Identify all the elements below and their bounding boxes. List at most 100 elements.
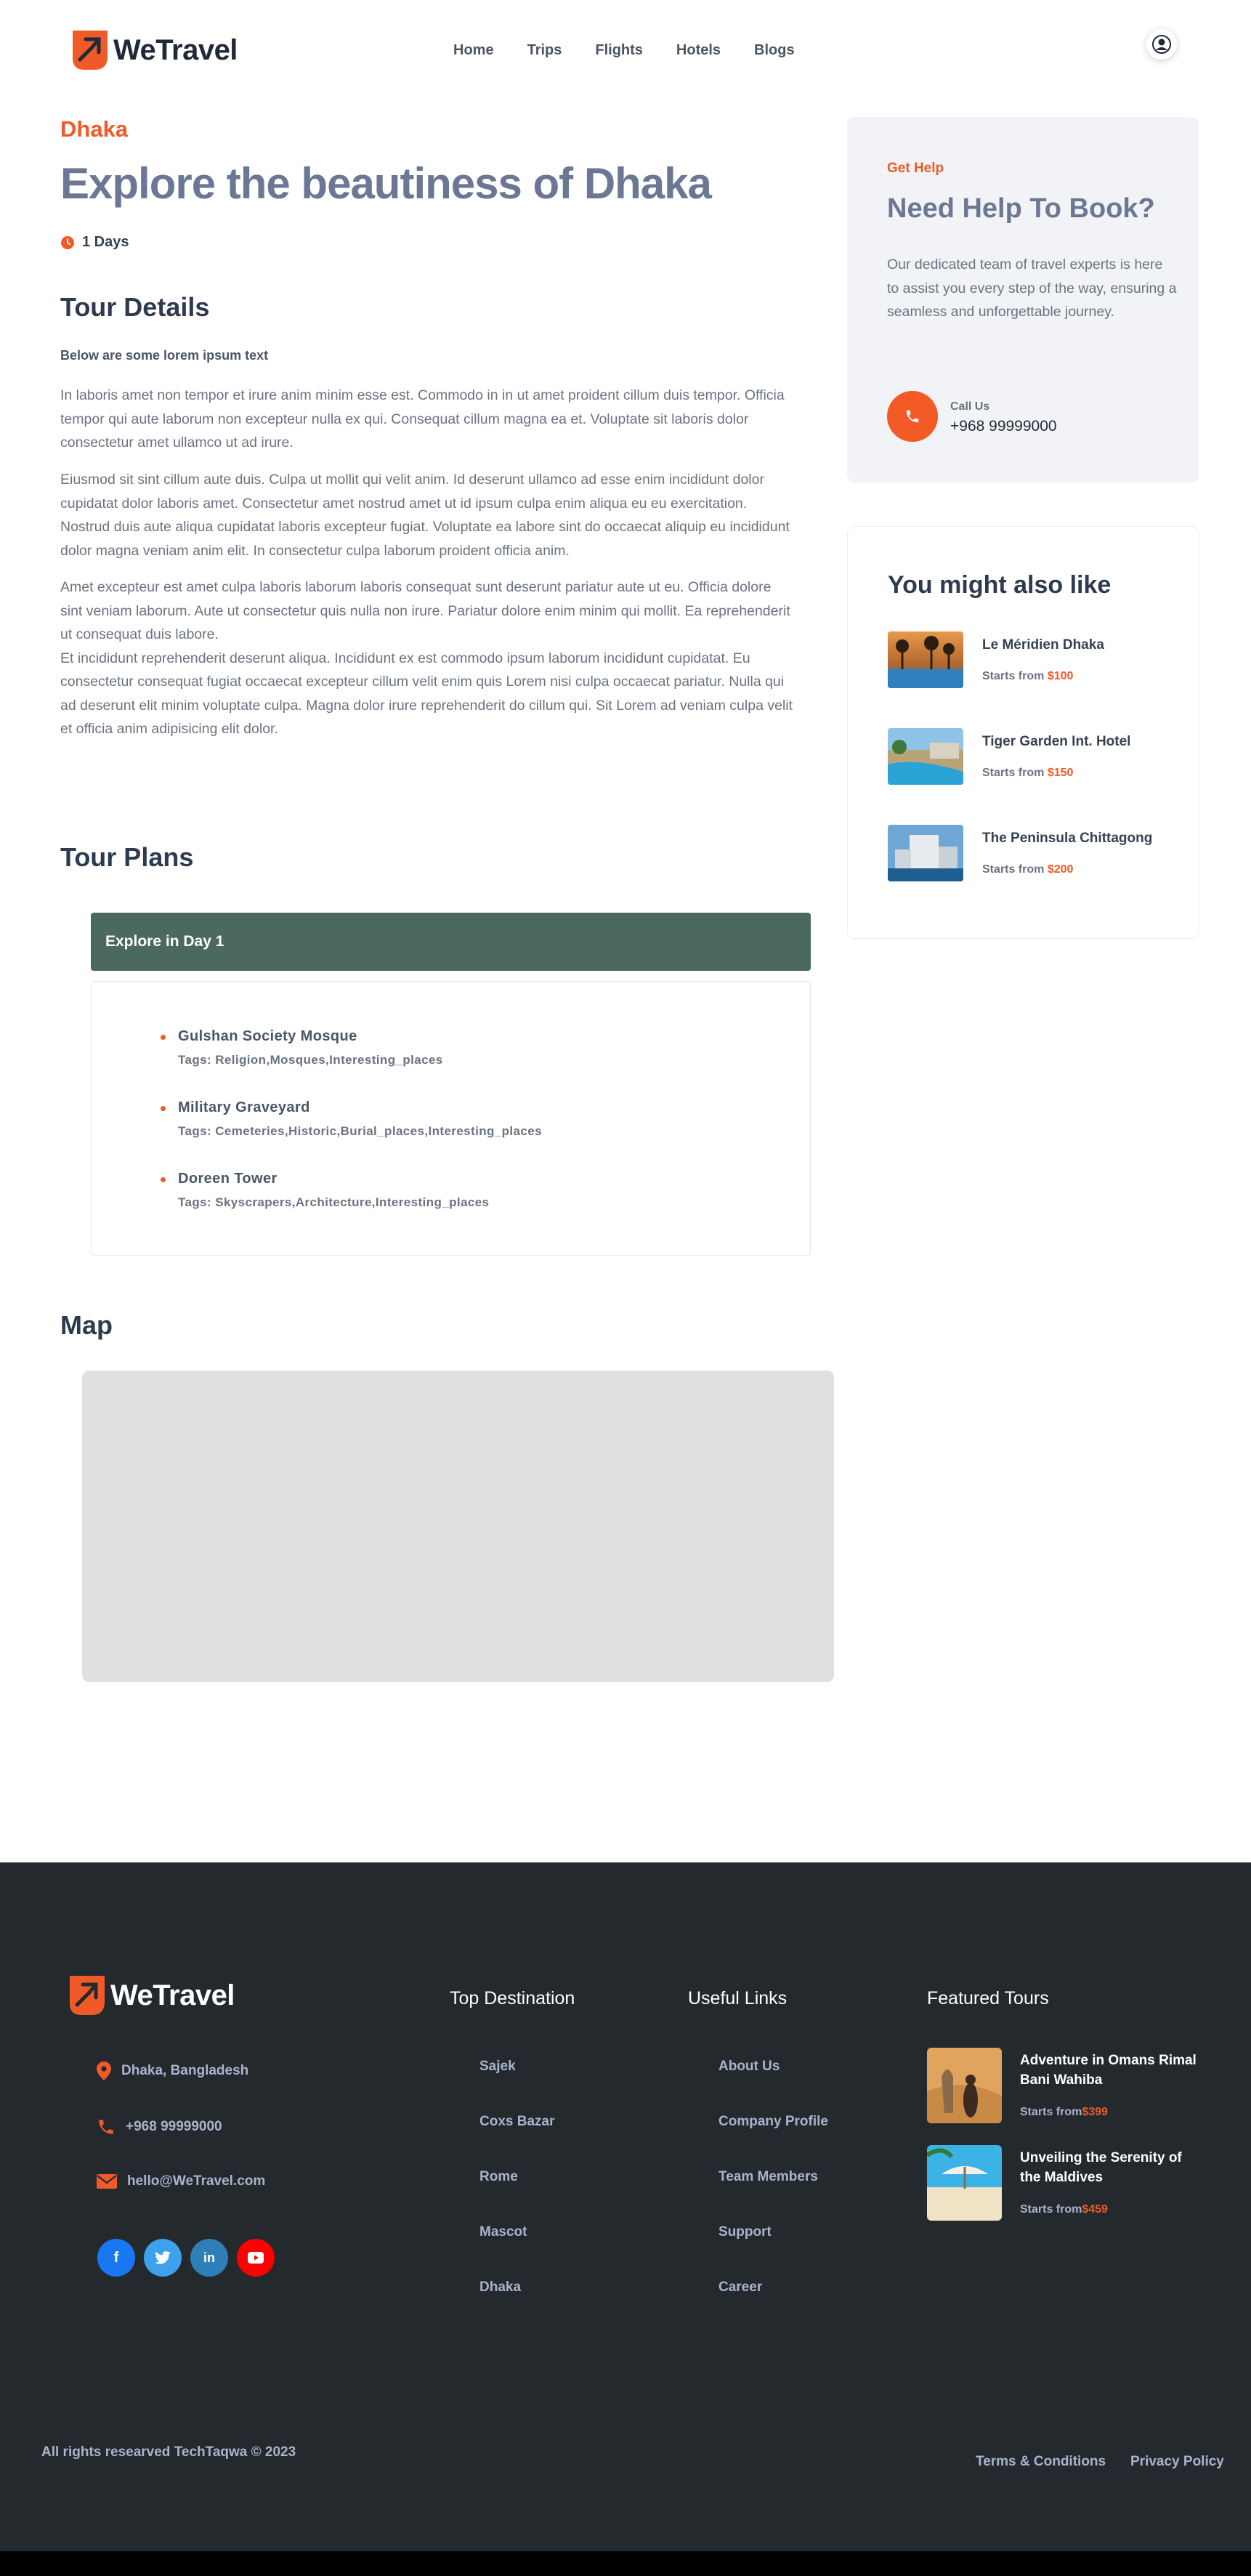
phone-icon [906,410,919,423]
location-pin-icon [97,2062,111,2080]
price-value: $200 [1047,863,1074,876]
footer-logo[interactable]: WeTravel [67,1973,235,2018]
place-tags: Tags: Cemeteries,Historic,Burial_places,… [178,1124,542,1138]
tour-details-heading: Tour Details [60,292,210,322]
tour-name: Adventure in Omans Rimal Bani Wahiba [1020,2053,1197,2088]
help-description: Our dedicated team of travel experts is … [887,257,1177,320]
phone-text: +968 99999000 [126,2119,222,2134]
footer-brand-name: WeTravel [110,1979,235,2011]
starts-from-label: Starts from [1020,2106,1082,2118]
terms-link[interactable]: Terms & Conditions [976,2454,1106,2470]
footer-phone[interactable]: +968 99999000 [97,2117,222,2136]
destination-link-coxs-bazar[interactable]: Coxs Bazar [479,2114,555,2130]
price-value: $150 [1047,767,1074,779]
details-paragraph: In laboris amet non tempor et irure anim… [60,387,785,451]
hotel-price: Starts from $200 [982,863,1073,876]
facebook-icon[interactable]: f [97,2239,135,2277]
place-name: Doreen Tower [178,1171,278,1187]
hotel-image [888,825,963,881]
help-kicker: Get Help [887,161,944,176]
footer-email[interactable]: hello@WeTravel.com [97,2173,265,2189]
link-team-members[interactable]: Team Members [718,2169,818,2185]
social-links: f in [97,2239,275,2277]
call-label: Call Us [950,400,990,413]
place-tags: Tags: Religion,Mosques,Interesting_place… [178,1053,443,1067]
hotel-price: Starts from $100 [982,670,1073,683]
copyright-text: All rights researved TechTaqwa © 2023 [41,2444,296,2460]
nav-hotels[interactable]: Hotels [676,42,721,59]
site-header: WeTravel Home Trips Flights Hotels Blogs [0,0,1251,109]
tour-price: Starts from$399 [1020,2106,1108,2119]
bullet-icon [161,1106,166,1111]
profile-button[interactable] [1146,29,1177,60]
main-nav: Home Trips Flights Hotels Blogs [453,42,795,59]
link-about-us[interactable]: About Us [718,2059,780,2075]
starts-from-label: Starts from [982,670,1045,682]
user-circle-icon [1152,35,1171,54]
hotel-item[interactable]: Le Méridien Dhaka Starts from $100 [888,631,1178,690]
nav-flights[interactable]: Flights [595,42,643,59]
footer-address: Dhaka, Bangladesh [97,2062,248,2080]
linkedin-icon[interactable]: in [190,2239,228,2277]
call-button[interactable] [887,391,938,442]
privacy-link[interactable]: Privacy Policy [1130,2454,1224,2470]
tour-city: Dhaka [60,116,129,142]
hotel-item[interactable]: Tiger Garden Int. Hotel Starts from $150 [888,728,1178,786]
details-paragraph: Eiusmod sit sint cillum aute duis. Culpa… [60,472,790,559]
twitter-icon[interactable] [144,2239,182,2277]
tour-image [927,2048,1002,2123]
bullet-icon [161,1035,166,1040]
plane-logo-icon [67,1973,108,2018]
map-container[interactable] [82,1370,834,1682]
destination-link-mascot[interactable]: Mascot [479,2224,527,2240]
link-company-profile[interactable]: Company Profile [718,2114,828,2130]
price-value: $459 [1082,2203,1108,2216]
hotel-item[interactable]: The Peninsula Chittagong Starts from $20… [888,825,1178,883]
nav-blogs[interactable]: Blogs [754,42,795,59]
email-text: hello@WeTravel.com [127,2173,266,2189]
day-accordion-body: Gulshan Society Mosque Tags: Religion,Mo… [91,981,811,1256]
tour-title: Explore the beautiness of Dhaka [60,159,712,208]
destination-link-sajek[interactable]: Sajek [479,2059,516,2075]
call-number[interactable]: +968 99999000 [950,418,1057,435]
day-accordion-header[interactable]: Explore in Day 1 [91,913,811,971]
link-support[interactable]: Support [718,2224,772,2240]
nav-home[interactable]: Home [453,42,494,59]
nav-trips[interactable]: Trips [527,42,562,59]
hotel-image [888,728,963,785]
envelope-icon [97,2174,117,2189]
bullet-icon [161,1177,166,1182]
tour-plans-heading: Tour Plans [60,842,194,872]
tour-price: Starts from$459 [1020,2203,1108,2216]
map-heading: Map [60,1310,113,1340]
help-card: Get Help Need Help To Book? Our dedicate… [847,117,1199,483]
hotel-name: The Peninsula Chittagong [982,831,1153,846]
brand-logo[interactable]: WeTravel [70,28,238,73]
tour-name: Unveiling the Serenity of the Maldives [1020,2150,1182,2185]
featured-tour-item[interactable]: Adventure in Omans Rimal Bani Wahiba Sta… [927,2048,1218,2128]
place-tags: Tags: Skyscrapers,Architecture,Interesti… [178,1195,490,1209]
tour-image [927,2145,1002,2221]
details-paragraph: Amet excepteur est amet culpa laboris la… [60,579,793,737]
duration-text: 1 Days [82,234,129,250]
plane-logo-icon [70,28,110,73]
destination-link-dhaka[interactable]: Dhaka [479,2280,521,2296]
hotel-name: Le Méridien Dhaka [982,637,1104,653]
link-career[interactable]: Career [718,2280,762,2296]
footer-bottom-bar [0,2551,1251,2576]
starts-from-label: Starts from [982,863,1045,876]
price-value: $100 [1047,670,1074,682]
top-destination-heading: Top Destination [450,1988,575,2008]
featured-tour-item[interactable]: Unveiling the Serenity of the Maldives S… [927,2145,1218,2225]
useful-links-heading: Useful Links [688,1988,788,2008]
help-title: Need Help To Book? [887,193,1155,224]
destination-link-rome[interactable]: Rome [479,2169,518,2185]
also-like-title: You might also like [888,571,1112,599]
phone-icon [99,2120,113,2134]
featured-tours-heading: Featured Tours [927,1988,1049,2008]
brand-name: WeTravel [113,33,238,66]
price-value: $399 [1082,2106,1108,2118]
place-name: Gulshan Society Mosque [178,1028,357,1044]
tour-duration: 1 Days [60,234,129,251]
youtube-icon[interactable] [237,2239,275,2277]
